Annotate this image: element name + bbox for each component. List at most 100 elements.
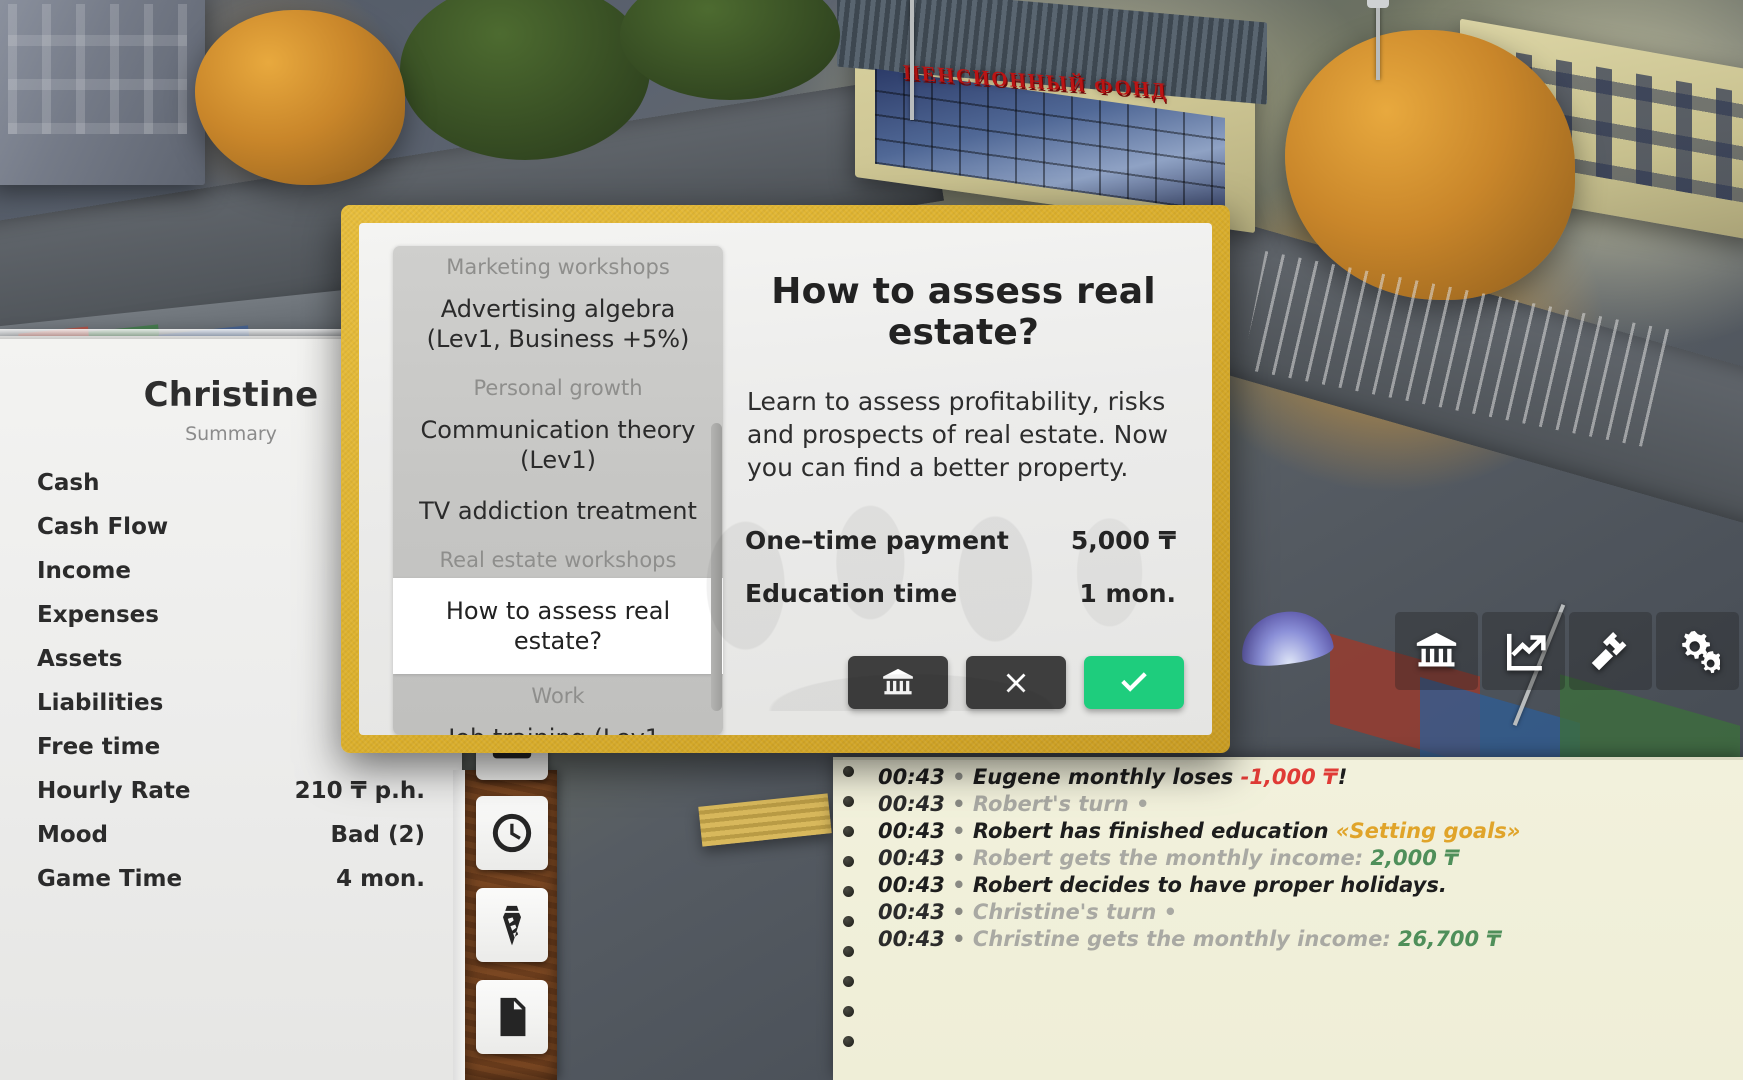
document-button[interactable] <box>476 980 548 1054</box>
log-line: 00:43 • Christine gets the monthly incom… <box>833 926 1743 953</box>
paper-hole <box>843 766 854 777</box>
summary-stat-label: Mood <box>37 822 108 848</box>
paper-hole <box>843 1036 854 1047</box>
autumn-tree <box>195 10 405 185</box>
log-text: Eugene monthly loses <box>972 765 1241 789</box>
course-stat-label: Education time <box>745 579 958 608</box>
summary-stat-row: Mood Bad (2) <box>24 813 438 857</box>
course-group-header: Marketing workshops <box>446 255 670 279</box>
course-item[interactable]: Job training (Lev1, Salary +25%) <box>393 714 723 735</box>
bank-icon <box>883 668 913 694</box>
log-text: ! <box>1337 765 1348 789</box>
gears-icon <box>1682 630 1720 673</box>
summary-stat-label: Free time <box>37 734 161 760</box>
umbrella <box>1236 605 1336 671</box>
log-timestamp: 00:43 <box>878 900 945 924</box>
course-stat-row: One–time payment 5,000 ₸ <box>745 526 1182 555</box>
course-item-selected[interactable]: How to assess real estate? <box>393 578 723 674</box>
summary-stat-row: Hourly Rate 210 ₸ p.h. <box>24 769 438 813</box>
main-toolbar <box>1395 612 1743 690</box>
course-group-header: Work <box>531 684 585 708</box>
summary-stat-label: Assets <box>37 646 123 672</box>
course-detail-stats: One–time payment 5,000 ₸ Education time 1 m… <box>745 526 1182 608</box>
event-log-panel[interactable]: 00:43 • Eugene monthly loses -1,000 ₸! 00… <box>833 757 1743 1080</box>
document-icon <box>500 997 526 1037</box>
course-detail-pane: How to assess real estate? Learn to asse… <box>745 251 1182 608</box>
cancel-button[interactable] <box>966 656 1066 709</box>
summary-stat-label: Cash <box>37 470 100 496</box>
toolbar-settings-button[interactable] <box>1656 612 1739 690</box>
gavel-icon <box>1591 631 1627 670</box>
bank-icon <box>1416 632 1457 666</box>
course-stat-row: Education time 1 mon. <box>745 579 1182 608</box>
summary-stat-value: Bad (2) <box>330 822 425 848</box>
log-line: 00:43 • Robert decides to have proper ho… <box>833 872 1743 899</box>
log-separator: • <box>944 900 973 924</box>
paper-hole <box>843 796 854 807</box>
course-group-header: Real estate workshops <box>439 548 677 572</box>
apartment-building[interactable] <box>0 0 205 185</box>
summary-stat-value: 210 ₸ p.h. <box>294 778 425 804</box>
course-stat-label: One–time payment <box>745 526 1009 555</box>
vertical-action-strip <box>453 706 557 1080</box>
summary-stat-label: Cash Flow <box>37 514 169 540</box>
course-stat-value: 5,000 ₸ <box>1070 526 1176 555</box>
close-icon <box>1006 673 1026 692</box>
park-bench <box>698 793 832 847</box>
course-list-scrollbar[interactable] <box>711 423 722 711</box>
course-item[interactable]: TV addiction treatment <box>393 487 723 538</box>
street-lamp <box>910 0 914 120</box>
course-detail-title: How to assess real estate? <box>771 271 1156 353</box>
summary-stat-label: Liabilities <box>37 690 164 716</box>
log-separator: • <box>944 846 973 870</box>
log-amount: «Setting goals» <box>1335 819 1521 843</box>
paper-hole <box>843 976 854 987</box>
log-line: 00:43 • Robert has finished education «S… <box>833 818 1743 845</box>
paper-hole <box>843 946 854 957</box>
paper-hole <box>843 1006 854 1017</box>
log-text: Robert's turn • <box>972 792 1150 816</box>
paper-hole <box>843 886 854 897</box>
summary-stat-label: Hourly Rate <box>37 778 191 804</box>
log-separator: • <box>944 765 973 789</box>
toolbar-auction-button[interactable] <box>1569 612 1652 690</box>
course-list[interactable]: Marketing workshops Advertising algebra (… <box>393 245 723 735</box>
log-separator: • <box>944 873 973 897</box>
log-timestamp: 00:43 <box>878 765 945 789</box>
career-button[interactable] <box>476 888 548 962</box>
paper-holes <box>843 766 859 1080</box>
course-detail-description: Learn to assess profitability, risks and… <box>747 387 1169 482</box>
clock-icon <box>492 813 532 853</box>
log-timestamp: 00:43 <box>878 846 945 870</box>
paper-hole <box>843 856 854 867</box>
summary-stat-row: Game Time 4 mon. <box>24 857 438 901</box>
log-line: 00:43 • Christine's turn • <box>833 899 1743 926</box>
log-text: Robert has finished education <box>972 819 1336 843</box>
log-timestamp: 00:43 <box>878 792 945 816</box>
street-lamp <box>1367 0 1389 80</box>
confirm-button[interactable] <box>1084 656 1184 709</box>
log-amount: -1,000 ₸ <box>1240 765 1338 789</box>
log-line: 00:43 • Robert's turn • <box>833 791 1743 818</box>
course-item[interactable]: Advertising algebra (Lev1, Business +5%) <box>393 285 723 366</box>
clock-button[interactable] <box>476 796 548 870</box>
summary-stat-label: Expenses <box>37 602 159 628</box>
course-stat-value: 1 mon. <box>1079 579 1176 608</box>
summary-stat-label: Game Time <box>37 866 183 892</box>
paper-hole <box>843 916 854 927</box>
log-timestamp: 00:43 <box>878 873 945 897</box>
log-text: Christine's turn • <box>972 900 1178 924</box>
education-dialog-body: Marketing workshops Advertising algebra (… <box>359 223 1212 735</box>
log-text: Robert gets the monthly income: <box>972 846 1371 870</box>
toolbar-bank-button[interactable] <box>1395 612 1478 690</box>
course-item[interactable]: Communication theory (Lev1) <box>393 406 723 487</box>
bank-button[interactable] <box>848 656 948 709</box>
education-dialog[interactable]: Marketing workshops Advertising algebra (… <box>341 205 1230 753</box>
log-timestamp: 00:43 <box>878 927 945 951</box>
log-amount: 26,700 ₸ <box>1398 927 1502 951</box>
necktie-icon <box>502 905 522 946</box>
check-icon <box>1121 671 1147 692</box>
trending-up-icon <box>1507 633 1546 670</box>
paper-hole <box>843 826 854 837</box>
toolbar-statistics-button[interactable] <box>1482 612 1565 690</box>
